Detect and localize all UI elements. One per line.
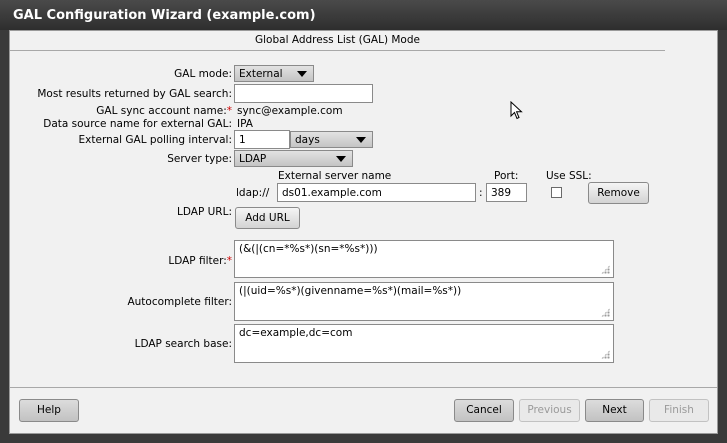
data-source-label: Data source name for external GAL: [43, 118, 232, 130]
polling-unit-select[interactable]: days [290, 131, 373, 148]
chevron-down-icon [336, 156, 346, 162]
search-base-textarea[interactable]: dc=example,dc=com [234, 324, 614, 363]
sync-account-label: GAL sync account name:* [96, 105, 232, 117]
ldap-filter-label: LDAP filter:* [168, 255, 232, 267]
next-button[interactable]: Next [585, 399, 644, 422]
port-separator: : [479, 187, 483, 199]
server-type-select[interactable]: LDAP [234, 150, 353, 167]
use-ssl-column-header: Use SSL: [546, 170, 592, 182]
wizard-window: GAL Configuration Wizard (example.com) G… [0, 0, 727, 443]
max-results-label: Most results returned by GAL search: [37, 88, 232, 100]
autocomplete-filter-textarea[interactable]: (|(uid=%s*)(givenname=%s*)(mail=%s*)) [234, 282, 614, 321]
gal-mode-label: GAL mode: [174, 68, 232, 80]
remove-url-button[interactable]: Remove [588, 182, 649, 204]
title-bar[interactable]: GAL Configuration Wizard (example.com) [0, 0, 727, 30]
polling-interval-label: External GAL polling interval: [78, 134, 232, 146]
chevron-down-icon [297, 71, 307, 77]
help-button[interactable]: Help [19, 399, 79, 422]
data-source-value: IPA [237, 118, 253, 130]
required-marker: * [226, 105, 232, 117]
gal-mode-select[interactable]: External [234, 65, 314, 82]
mouse-pointer-icon [510, 101, 523, 120]
add-url-button[interactable]: Add URL [235, 207, 300, 229]
sync-account-value: sync@example.com [237, 105, 343, 117]
previous-button[interactable]: Previous [519, 399, 580, 422]
finish-button[interactable]: Finish [649, 399, 709, 422]
use-ssl-checkbox[interactable] [551, 187, 562, 198]
ldap-prefix: ldap:// [236, 187, 270, 199]
server-name-column-header: External server name [278, 170, 392, 182]
search-base-label: LDAP search base: [134, 338, 232, 350]
label-column: GAL mode: Most results returned by GAL s… [10, 31, 232, 401]
window-title: GAL Configuration Wizard (example.com) [13, 8, 316, 23]
polling-interval-input[interactable]: 1 [234, 130, 290, 149]
resize-grip-icon[interactable] [601, 308, 610, 317]
resize-grip-icon[interactable] [601, 350, 610, 359]
autocomplete-filter-label: Autocomplete filter: [127, 296, 232, 308]
wizard-content: Global Address List (GAL) Mode GAL mode:… [9, 30, 718, 434]
ldap-filter-textarea[interactable]: (&(|(cn=*%s*)(sn=*%s*))) [234, 240, 614, 278]
resize-grip-icon[interactable] [601, 265, 610, 274]
ldap-port-input[interactable]: 389 [486, 183, 527, 202]
max-results-input[interactable] [234, 84, 373, 103]
cancel-button[interactable]: Cancel [454, 399, 514, 422]
footer-divider [10, 387, 717, 388]
port-column-header: Port: [494, 170, 519, 182]
ldap-server-input[interactable]: ds01.example.com [277, 183, 476, 202]
ldap-url-label: LDAP URL: [177, 206, 232, 218]
server-type-label: Server type: [167, 153, 232, 165]
required-marker: * [226, 255, 232, 267]
chevron-down-icon [356, 137, 366, 143]
